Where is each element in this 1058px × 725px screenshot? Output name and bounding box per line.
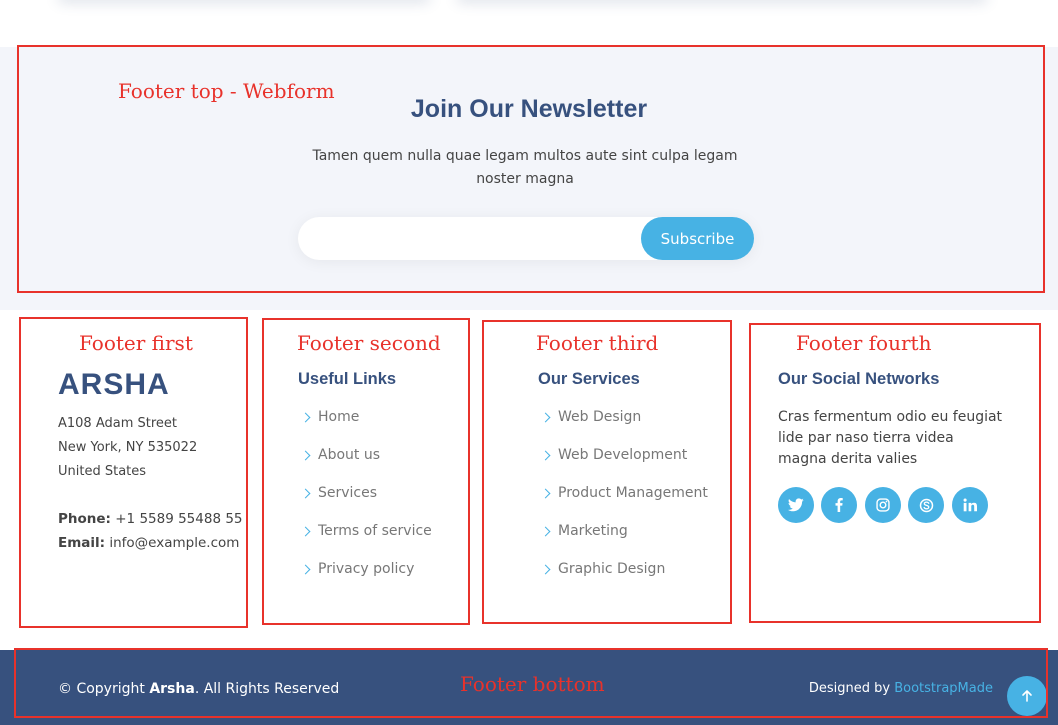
previous-section <box>0 0 1058 47</box>
annotation-box-footer-fourth <box>749 323 1041 623</box>
annotation-label-footer-second: Footer second <box>297 331 441 355</box>
annotation-label-footer-first: Footer first <box>79 331 193 355</box>
annotation-box-footer-first <box>19 317 248 628</box>
annotation-box-footer-second <box>262 318 470 625</box>
annotation-label-footer-third: Footer third <box>536 331 659 355</box>
annotation-label-footer-fourth: Footer fourth <box>796 331 932 355</box>
annotation-label-footer-bottom: Footer bottom <box>460 672 605 696</box>
annotation-box-footer-third <box>482 320 732 624</box>
annotation-label-footer-top: Footer top - Webform <box>118 79 335 103</box>
